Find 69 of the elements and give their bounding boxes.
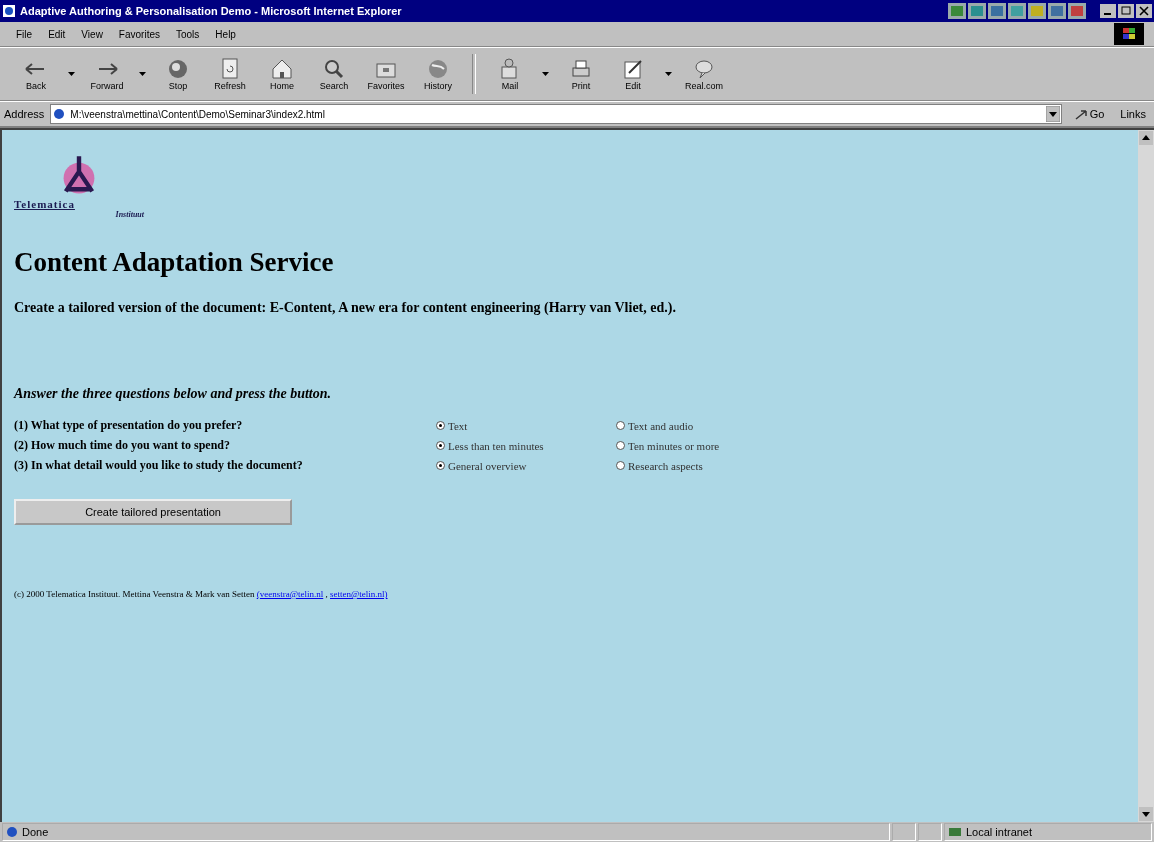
toolbar-button[interactable]: Stop bbox=[154, 57, 202, 91]
toolbar-button[interactable]: Refresh bbox=[206, 57, 254, 91]
links-button[interactable]: Links bbox=[1116, 108, 1150, 120]
toolbar-button[interactable]: Search bbox=[310, 57, 358, 91]
address-label: Address bbox=[4, 108, 45, 120]
status-pane bbox=[918, 823, 942, 841]
footer-text: (c) 2000 Telematica Instituut. Mettina Veenstra & Mark van Setten bbox=[14, 589, 256, 599]
close-icon[interactable] bbox=[1136, 4, 1152, 18]
toolbar-button[interactable]: Back bbox=[12, 57, 60, 91]
option-label[interactable]: Text bbox=[448, 419, 468, 432]
option-label[interactable]: Ten minutes or more bbox=[628, 439, 720, 452]
radio-button[interactable] bbox=[616, 441, 625, 450]
option-label[interactable]: Research aspects bbox=[628, 459, 703, 472]
toolbar-button[interactable]: Favorites bbox=[362, 57, 410, 91]
option-label[interactable]: Text and audio bbox=[628, 419, 694, 432]
menu-item[interactable]: File bbox=[10, 26, 39, 42]
page-icon bbox=[52, 107, 67, 121]
scroll-down-icon[interactable] bbox=[1139, 807, 1153, 821]
dropdown-arrow-icon[interactable] bbox=[542, 71, 549, 77]
question-label: (1) What type of presentation do you prefer? bbox=[14, 418, 244, 433]
menu-item[interactable]: Favorites bbox=[112, 26, 166, 42]
option-label[interactable]: Less than ten minutes bbox=[448, 439, 544, 452]
browser-icon bbox=[2, 4, 16, 18]
toolbar-button[interactable]: Edit bbox=[609, 57, 657, 91]
radio-button[interactable] bbox=[436, 421, 445, 430]
dropdown-arrow-icon[interactable] bbox=[139, 71, 146, 77]
toolbar-button[interactable]: Home bbox=[258, 57, 306, 91]
radio-button[interactable] bbox=[616, 461, 625, 470]
page-icon bbox=[6, 826, 18, 838]
dropdown-arrow-icon[interactable] bbox=[665, 71, 672, 77]
arrow-icon bbox=[1073, 107, 1088, 121]
status-pane bbox=[892, 823, 916, 841]
go-button[interactable]: Go bbox=[1067, 107, 1111, 121]
menu-item[interactable]: Edit bbox=[42, 26, 72, 42]
menu-item[interactable]: View bbox=[75, 26, 109, 42]
radio-button[interactable] bbox=[436, 461, 445, 470]
window-title: Adaptive Authoring & Personalisation Demo - Microsoft Internet Explorer bbox=[20, 5, 403, 17]
windows-logo-icon bbox=[1114, 23, 1144, 45]
toolbar-button[interactable]: History bbox=[414, 57, 462, 91]
status-text: Done bbox=[22, 826, 49, 838]
logo-text: Telematica bbox=[14, 198, 75, 210]
logo-subtitle: Instituut bbox=[115, 210, 144, 219]
footer-text: , bbox=[324, 589, 329, 599]
email-link[interactable]: setten@telin.nl) bbox=[330, 589, 388, 599]
instruction-text: Answer the three questions below and press the button. bbox=[14, 386, 332, 402]
menu-item[interactable]: Help bbox=[209, 26, 242, 42]
submit-button[interactable]: Create tailored presentation bbox=[14, 499, 292, 525]
question-label: (2) How much time do you want to spend? bbox=[14, 438, 231, 453]
zone-text: Local intranet bbox=[966, 826, 1033, 838]
toolbar-button[interactable]: Mail bbox=[486, 57, 534, 91]
intro-text: Create a tailored version of the document: E-Content, A new era for content engineering (Harry van Vliet, ed.). bbox=[14, 300, 677, 316]
option-label[interactable]: General overview bbox=[448, 459, 527, 472]
scroll-up-icon[interactable] bbox=[1139, 131, 1153, 145]
menu-item[interactable]: Tools bbox=[170, 26, 206, 42]
email-link[interactable]: (veenstra@telin.nl bbox=[256, 589, 324, 599]
toolbar-button[interactable]: Print bbox=[557, 57, 605, 91]
scrollbar[interactable] bbox=[1138, 130, 1154, 822]
restore-icon[interactable] bbox=[1118, 4, 1134, 18]
radio-button[interactable] bbox=[436, 441, 445, 450]
question-label: (3) In what detail would you like to study the document? bbox=[14, 458, 304, 473]
toolbar-button[interactable]: Real.com bbox=[680, 57, 728, 91]
address-field[interactable]: M:\veenstra\mettina\Content\Demo\Seminar3\index2.html bbox=[50, 104, 1062, 124]
page-heading: Content Adaptation Service bbox=[14, 247, 335, 278]
minimize-icon[interactable] bbox=[1100, 4, 1116, 18]
network-icon bbox=[948, 826, 962, 838]
radio-button[interactable] bbox=[616, 421, 625, 430]
dropdown-arrow-icon[interactable] bbox=[68, 71, 75, 77]
dropdown-arrow-icon[interactable] bbox=[1045, 106, 1060, 122]
toolbar-button[interactable]: Forward bbox=[83, 57, 131, 91]
